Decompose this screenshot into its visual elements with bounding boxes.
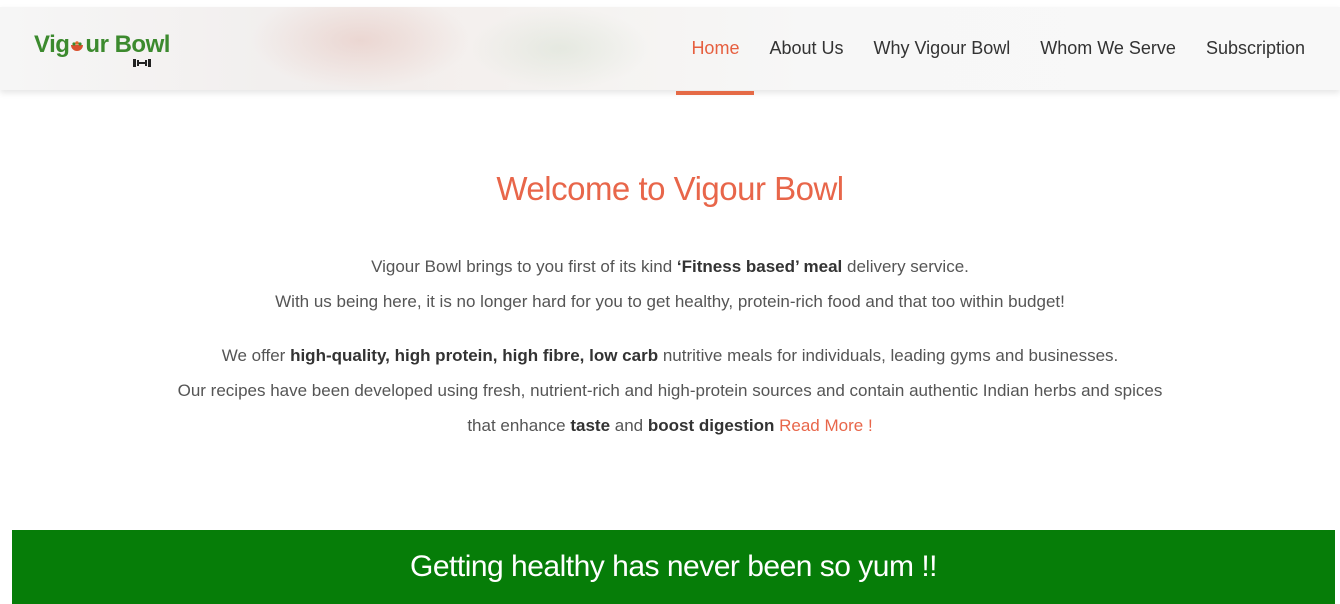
intro-highlight: ‘Fitness based’ meal (676, 257, 843, 276)
intro-text: Vigour Bowl brings to you first of its k… (371, 257, 677, 276)
dumbbell-icon (133, 59, 151, 67)
offer-paragraph: We offer high-quality, high protein, hig… (0, 338, 1340, 443)
logo-text-part: ur Bo (85, 31, 146, 58)
header-background-image (250, 7, 470, 90)
logo-text-part: Vig (34, 31, 70, 58)
tagline-banner: Getting healthy has never been so yum !! (12, 530, 1335, 604)
nav-label: Why Vigour Bowl (873, 38, 1011, 58)
nav-label: Home (691, 38, 740, 58)
nav-about-us[interactable]: About Us (754, 7, 858, 90)
active-indicator (676, 91, 755, 95)
nav-label: About Us (769, 38, 844, 58)
nav-label: Whom We Serve (1040, 38, 1176, 58)
offer-highlight: taste (570, 416, 611, 435)
read-more-link[interactable]: Read More ! (779, 416, 873, 435)
intro-paragraph: Vigour Bowl brings to you first of its k… (0, 249, 1340, 319)
nav-why-vigour-bowl[interactable]: Why Vigour Bowl (859, 7, 1026, 90)
nav-label: Subscription (1205, 38, 1305, 58)
offer-highlight: high-quality, high protein, high fibre, … (290, 346, 659, 365)
logo-text-part: l (163, 31, 171, 58)
header-background-image-2 (470, 7, 650, 90)
welcome-title: Welcome to Vigour Bowl (496, 170, 844, 207)
nav-subscription[interactable]: Subscription (1191, 7, 1320, 90)
offer-highlight: boost digestion (647, 416, 775, 435)
logo-text-part: w (145, 31, 165, 58)
bowl-icon (71, 41, 84, 51)
page: Vig ur Bowl Home About Us Why Vigour Bow… (0, 0, 1340, 604)
tagline-text: Getting healthy has never been so yum !! (410, 550, 938, 583)
nav-home[interactable]: Home (676, 7, 755, 95)
offer-text: Our recipes have been developed using fr… (177, 381, 1163, 400)
site-logo[interactable]: Vig ur Bowl (34, 27, 170, 75)
offer-text: We offer (221, 346, 291, 365)
intro-text: With us being here, it is no longer hard… (275, 292, 1065, 311)
offer-text: and (610, 416, 648, 435)
site-header: Vig ur Bowl Home About Us Why Vigour Bow… (0, 7, 1340, 95)
offer-text: that enhance (467, 416, 571, 435)
nav-whom-we-serve[interactable]: Whom We Serve (1025, 7, 1191, 90)
main-nav: Home About Us Why Vigour Bowl Whom We Se… (676, 7, 1320, 95)
intro-text: delivery service. (842, 257, 969, 276)
offer-text: nutritive meals for individuals, leading… (658, 346, 1119, 365)
